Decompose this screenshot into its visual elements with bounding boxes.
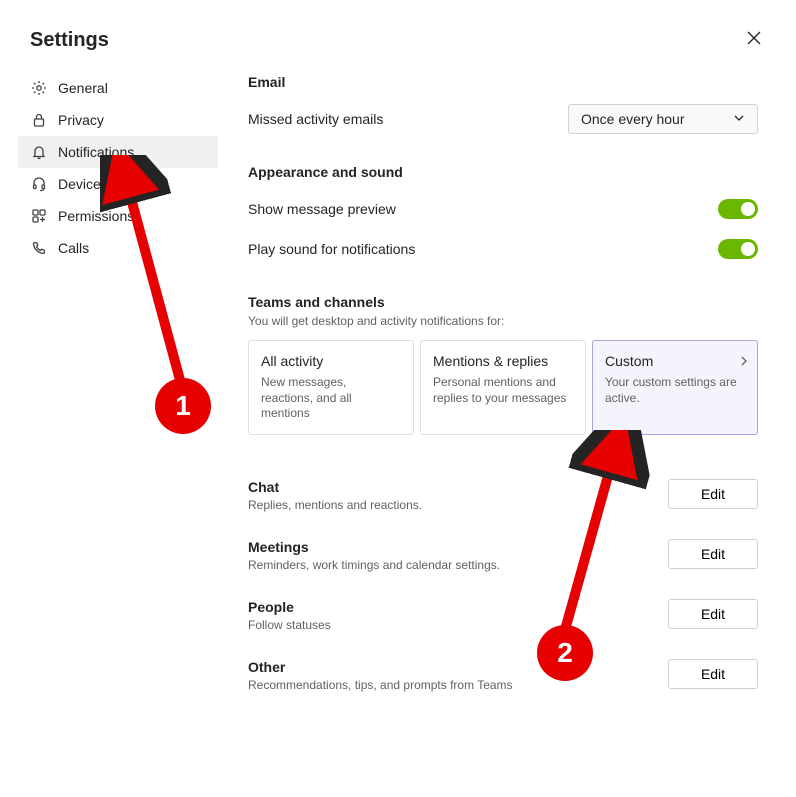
missed-emails-value: Once every hour	[581, 111, 685, 127]
chat-desc: Replies, mentions and reactions.	[248, 498, 422, 512]
sidebar-item-label: Privacy	[58, 112, 104, 128]
lock-icon	[30, 111, 48, 129]
sound-toggle[interactable]	[718, 239, 758, 259]
teams-subtitle: You will get desktop and activity notifi…	[248, 314, 758, 328]
annotation-badge-1: 1	[155, 378, 211, 434]
page-title: Settings	[30, 29, 109, 52]
other-edit-button[interactable]: Edit	[668, 659, 758, 689]
sidebar-item-privacy[interactable]: Privacy	[18, 104, 218, 136]
card-desc: New messages, reactions, and all mention…	[261, 375, 401, 422]
bell-icon	[30, 143, 48, 161]
apps-icon	[30, 207, 48, 225]
preview-label: Show message preview	[248, 201, 396, 217]
preview-toggle[interactable]	[718, 199, 758, 219]
meetings-desc: Reminders, work timings and calendar set…	[248, 558, 500, 572]
card-title: All activity	[261, 353, 401, 369]
sidebar-item-notifications[interactable]: Notifications	[18, 136, 218, 168]
close-icon	[747, 31, 761, 50]
card-desc: Personal mentions and replies to your me…	[433, 375, 573, 406]
sidebar-item-label: Notifications	[58, 144, 134, 160]
teams-section: Teams and channels You will get desktop …	[248, 294, 758, 435]
other-desc: Recommendations, tips, and prompts from …	[248, 678, 513, 692]
people-edit-button[interactable]: Edit	[668, 599, 758, 629]
chevron-right-icon	[739, 355, 749, 369]
sidebar-item-permissions[interactable]: Permissions	[18, 200, 218, 232]
chevron-down-icon	[733, 111, 745, 127]
sidebar-item-label: Devices	[58, 176, 108, 192]
other-section: Other Recommendations, tips, and prompts…	[248, 645, 758, 705]
chat-title: Chat	[248, 479, 422, 495]
sidebar-item-general[interactable]: General	[18, 72, 218, 104]
close-button[interactable]	[742, 28, 766, 52]
main-content: Email Missed activity emails Once every …	[218, 72, 778, 725]
other-title: Other	[248, 659, 513, 675]
card-mentions-replies[interactable]: Mentions & replies Personal mentions and…	[420, 340, 586, 435]
annotation-badge-2: 2	[537, 625, 593, 681]
sidebar-item-label: General	[58, 80, 108, 96]
meetings-section: Meetings Reminders, work timings and cal…	[248, 525, 758, 585]
card-all-activity[interactable]: All activity New messages, reactions, an…	[248, 340, 414, 435]
headset-icon	[30, 175, 48, 193]
card-custom[interactable]: Custom Your custom settings are active.	[592, 340, 758, 435]
missed-emails-label: Missed activity emails	[248, 111, 383, 127]
phone-icon	[30, 239, 48, 257]
people-desc: Follow statuses	[248, 618, 331, 632]
meetings-edit-button[interactable]: Edit	[668, 539, 758, 569]
appearance-section: Appearance and sound Show message previe…	[248, 164, 758, 264]
missed-emails-select[interactable]: Once every hour	[568, 104, 758, 134]
sidebar-item-label: Permissions	[58, 208, 134, 224]
gear-icon	[30, 79, 48, 97]
chat-edit-button[interactable]: Edit	[668, 479, 758, 509]
teams-title: Teams and channels	[248, 294, 758, 310]
card-title: Mentions & replies	[433, 353, 573, 369]
sidebar-item-label: Calls	[58, 240, 89, 256]
email-title: Email	[248, 74, 758, 90]
card-desc: Your custom settings are active.	[605, 375, 745, 406]
email-section: Email Missed activity emails Once every …	[248, 74, 758, 134]
sound-label: Play sound for notifications	[248, 241, 415, 257]
people-section: People Follow statuses Edit	[248, 585, 758, 645]
sidebar-item-devices[interactable]: Devices	[18, 168, 218, 200]
meetings-title: Meetings	[248, 539, 500, 555]
chat-section: Chat Replies, mentions and reactions. Ed…	[248, 465, 758, 525]
appearance-title: Appearance and sound	[248, 164, 758, 180]
people-title: People	[248, 599, 331, 615]
card-title: Custom	[605, 353, 745, 369]
sidebar-item-calls[interactable]: Calls	[18, 232, 218, 264]
